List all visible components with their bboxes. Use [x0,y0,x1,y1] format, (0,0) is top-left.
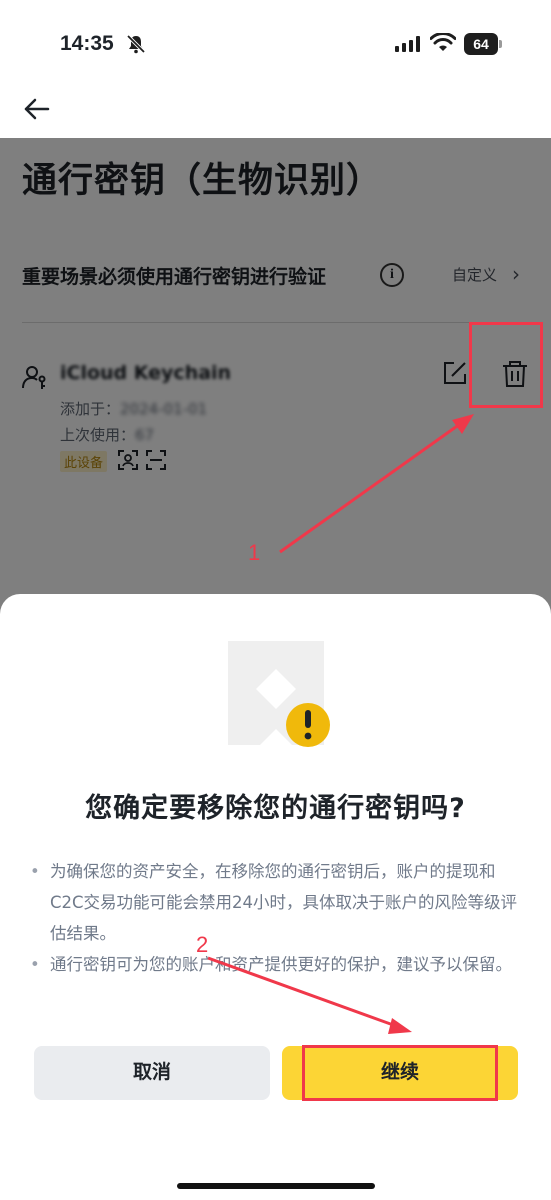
dialog-bullet-text: 通行密钥可为您的账户和资产提供更好的保护，建议予以保留。 [50,955,512,974]
confirm-dialog: 您确定要移除您的通行密钥吗? • 为确保您的资产安全，在移除您的通行密钥后，账户… [0,594,551,1200]
annotation-box-continue [302,1045,498,1101]
dialog-bullets: • 为确保您的资产安全，在移除您的通行密钥后，账户的提现和C2C交易功能可能会禁… [30,856,522,980]
battery-cap [499,40,502,48]
dialog-bullet-text: 为确保您的资产安全，在移除您的通行密钥后，账户的提现和C2C交易功能可能会禁用2… [50,862,518,943]
bell-slash-icon [126,34,146,54]
signal-icon [395,36,420,52]
cancel-button[interactable]: 取消 [34,1046,270,1100]
wifi-icon [430,33,456,51]
battery-level: 64 [464,33,498,55]
bullet-dot: • [30,955,40,974]
status-bar: 14:35 64 [0,0,551,90]
annotation-box-delete [469,322,543,408]
battery-icon: 64 [464,33,502,55]
warning-illustration-icon [228,641,330,747]
dialog-bullet: • 为确保您的资产安全，在移除您的通行密钥后，账户的提现和C2C交易功能可能会禁… [30,856,522,949]
dialog-bullet: • 通行密钥可为您的账户和资产提供更好的保护，建议予以保留。 [30,949,522,980]
arrow-left-icon[interactable] [22,94,52,124]
home-indicator [177,1183,375,1189]
dialog-title: 您确定要移除您的通行密钥吗? [85,793,466,824]
bullet-dot: • [30,862,40,881]
status-time: 14:35 [60,32,114,55]
annotation-step-2: 2 [196,932,209,957]
annotation-step-1: 1 [248,540,261,565]
